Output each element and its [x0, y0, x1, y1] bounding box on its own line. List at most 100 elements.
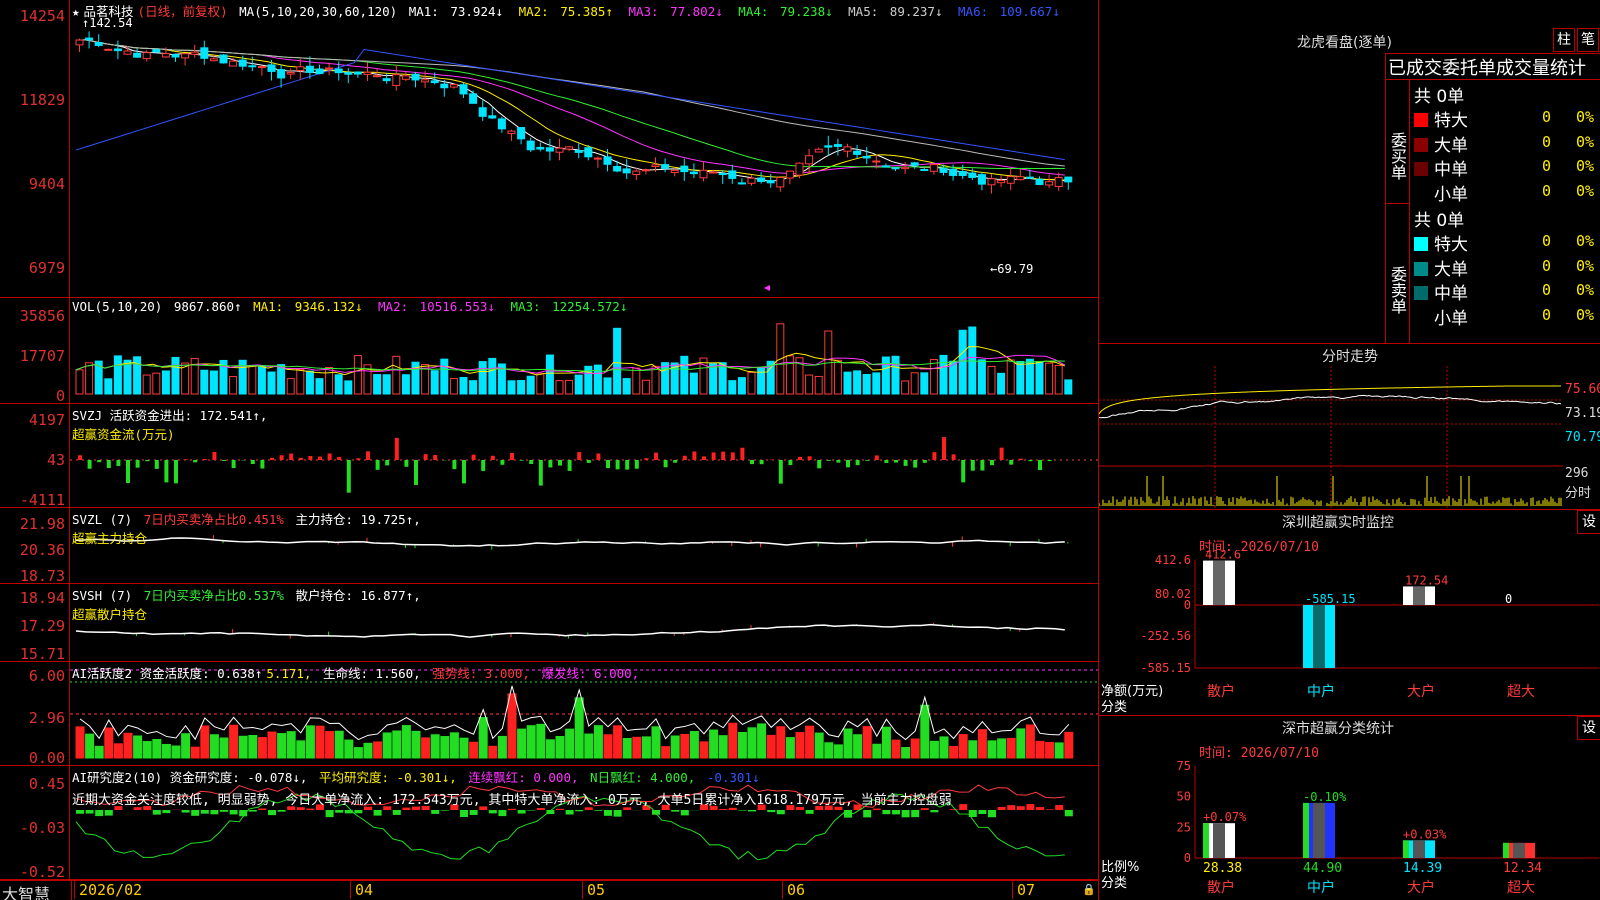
kline-chart[interactable] [70, 0, 1098, 298]
candle [997, 179, 1006, 184]
activity-bar [277, 733, 287, 759]
svzj-line1: SVZJ 活跃资金进出: 172.541↑, [72, 408, 268, 423]
research-bar [1064, 810, 1073, 817]
order-percent: 0% [1576, 157, 1595, 175]
minute-chart[interactable] [1099, 366, 1563, 508]
star-icon[interactable]: ★ [72, 4, 80, 19]
sz-monitor-panel[interactable]: 深圳超赢实时监控 设 时间: 2026/07/10 412.6 80.02 0 -25… [1098, 510, 1600, 716]
activity-bar [363, 742, 373, 759]
flow-bar [78, 455, 82, 460]
flow-bar [490, 455, 495, 460]
flow-bar [308, 455, 313, 460]
sz-class-panel[interactable]: 深市超赢分类统计 设 时间: 2026/07/10 75 50 25 0 +0.07% 2… [1098, 716, 1600, 900]
flow-bar [1018, 458, 1023, 460]
y-tick: 9404 [28, 175, 65, 193]
flow-bar [538, 460, 543, 486]
research-bar [911, 810, 920, 818]
activity-bar [757, 723, 767, 759]
y-tick: 0 [55, 387, 65, 405]
activity-bar [190, 746, 200, 759]
flow-bar [87, 460, 92, 469]
research-bar [373, 810, 382, 816]
research-bar [488, 810, 497, 814]
ai-activity-pane[interactable]: 6.00 2.96 0.00 AI活跃度2 资金活跃度: 0.638↑ 5.171… [0, 662, 1098, 767]
volume-bar [526, 375, 535, 395]
bar-value-label: 28.38 [1203, 861, 1242, 876]
vol-value: 9867.860↑ [173, 299, 242, 314]
y-tick: 18.73 [19, 567, 65, 585]
activity-bar [305, 725, 315, 759]
category-label: 大户 [1407, 879, 1435, 896]
activity-bar [661, 746, 671, 759]
candle [449, 84, 458, 88]
candle [392, 74, 401, 86]
research-bar [431, 810, 440, 814]
volume-bar [958, 329, 967, 395]
research-bar [508, 808, 516, 810]
volume-bar [680, 355, 689, 395]
flow-bar [596, 453, 601, 460]
activity-bar [862, 726, 872, 759]
vol-ma3: MA3: 12254.572↓ [510, 299, 628, 314]
volume-bar [920, 372, 929, 395]
candle [353, 71, 362, 75]
sz-class-settings-button[interactable]: 设 [1577, 716, 1600, 740]
bar-mode-button[interactable]: 柱 [1553, 28, 1575, 52]
flow-bar [250, 460, 255, 465]
activity-bar [968, 740, 978, 759]
hold-line [75, 623, 1065, 638]
activity-bar [565, 728, 575, 759]
tick-mode-button[interactable]: 笔 [1577, 28, 1599, 52]
sz-monitor-settings-button[interactable]: 设 [1577, 510, 1600, 534]
activity-bar [229, 724, 239, 759]
volume-bar [277, 364, 286, 395]
sz-class-chart[interactable]: 75 50 25 0 +0.07% 28.38 散户 -0.10% 44.90 中户 +0.03% 1… [1099, 756, 1600, 900]
flow-bar [548, 460, 553, 468]
minute-panel[interactable]: 分时走势 75.60 73.19 70.79 296 分时 [1098, 344, 1600, 510]
volume-bar [785, 355, 794, 395]
volume-bar [267, 371, 276, 395]
volume-pane[interactable]: 35856 17707 0 VOL(5,10,20) 9867.860↑ MA1… [0, 298, 1098, 405]
candle [593, 157, 602, 160]
activity-bar [488, 745, 498, 759]
order-percent: 0% [1576, 281, 1595, 299]
bar-value-label: -585.15 [1305, 592, 1356, 606]
ratio-bar-shade [1513, 842, 1525, 858]
svsh-line2: 超赢散户持仓 [72, 607, 148, 622]
ai1-burst: 爆发线: 6.000, [541, 666, 640, 681]
candle [641, 169, 650, 172]
y-tick: -252.56 [1140, 629, 1191, 643]
buy-row: 特大 [1414, 106, 1468, 131]
kline-pane[interactable]: 14254 11829 9404 6979 ★ 品茗科技 (日线，前复权) MA(5… [0, 0, 1098, 298]
date-axis[interactable]: 大智慧 2026/02 04 05 06 07 🔒 [0, 880, 1098, 900]
svsh-pane[interactable]: 18.94 17.29 15.71 SVSH (7) 7日内买卖净占比0.537… [0, 584, 1098, 663]
research-bar [959, 804, 968, 810]
activity-bar [574, 697, 584, 759]
y-tick: 6979 [28, 259, 65, 277]
ma6: MA6: 109.667↓ [958, 4, 1060, 19]
lock-icon[interactable]: 🔒 [1082, 883, 1096, 896]
activity-bar [910, 738, 920, 759]
svzj-pane[interactable]: 4197 43 -4111 SVZJ 活跃资金进出: 172.541↑, 超赢资… [0, 404, 1098, 509]
volume-bar [574, 374, 583, 395]
y-tick: 15.71 [19, 645, 65, 663]
research-bar [1026, 804, 1035, 810]
order-count: 0 [1542, 132, 1552, 151]
flow-bar [174, 460, 178, 484]
sz-monitor-chart[interactable]: 412.680.020-252.56-585.15412.6散户-585.15中… [1099, 550, 1600, 716]
ai-research-pane[interactable]: 0.45 -0.03 -0.52 AI研究度2(10) 资金研究度: -0.07… [0, 766, 1098, 881]
flow-bar [462, 460, 466, 484]
flow-bar [366, 451, 370, 460]
flow-bar [212, 451, 217, 460]
kline-mode[interactable]: (日线，前复权) [138, 4, 228, 19]
volume-bar [209, 370, 218, 395]
candle [891, 167, 900, 170]
activity-bar [881, 726, 891, 759]
candle [920, 168, 929, 171]
flow-bar [423, 454, 428, 460]
candle [1045, 181, 1054, 186]
flow-bar [980, 460, 985, 471]
y-tick: 70.79 [1565, 430, 1600, 445]
activity-bar [152, 738, 162, 759]
svzl-pane[interactable]: 21.98 20.36 18.73 SVZL (7) 7日内买卖净占比0.451… [0, 508, 1098, 585]
